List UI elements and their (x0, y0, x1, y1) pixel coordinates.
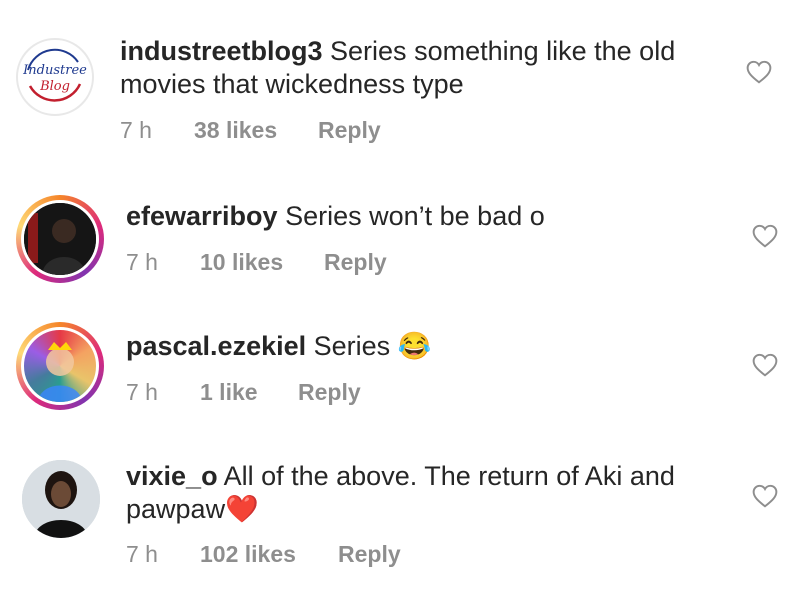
reply-button[interactable]: Reply (324, 249, 387, 275)
comment-item: vixie_o All of the above. The return of … (0, 430, 800, 610)
avatar[interactable]: Industree Blog (16, 38, 94, 116)
heart-icon[interactable] (752, 484, 778, 508)
heart-icon[interactable] (752, 224, 778, 248)
username[interactable]: vixie_o (126, 461, 218, 491)
timestamp: 7 h (126, 541, 158, 567)
red-heart-emoji-icon: ❤️ (225, 494, 259, 524)
comment-text: vixie_o All of the above. The return of … (126, 460, 726, 526)
avatar-image (38, 342, 82, 402)
comment-body: Series (313, 331, 391, 361)
likes-count[interactable]: 1 like (200, 379, 258, 405)
reply-button[interactable]: Reply (338, 541, 401, 567)
comment-text: industreetblog3 Series something like th… (120, 35, 720, 101)
comment-item: pascal.ezekiel Series 😂 7 h 1 like Reply (0, 300, 800, 430)
reply-button[interactable]: Reply (298, 379, 361, 405)
svg-text:Industree: Industree (22, 63, 87, 78)
comment-text: pascal.ezekiel Series 😂 (126, 330, 726, 363)
avatar[interactable] (16, 195, 104, 283)
avatar[interactable] (22, 460, 100, 538)
timestamp: 7 h (120, 117, 152, 143)
likes-count[interactable]: 38 likes (194, 117, 277, 143)
username[interactable]: pascal.ezekiel (126, 331, 306, 361)
avatar-photo (21, 327, 99, 405)
avatar[interactable] (16, 322, 104, 410)
avatar-image (24, 203, 96, 275)
timestamp: 7 h (126, 379, 158, 405)
heart-icon[interactable] (746, 60, 772, 84)
comment-item: efewarriboy Series won’t be bad o 7 h 10… (0, 170, 800, 300)
comment-item: Industree Blog industreetblog3 Series so… (0, 0, 800, 160)
username[interactable]: industreetblog3 (120, 36, 323, 66)
svg-text:Blog: Blog (39, 79, 70, 94)
comment-body: Series won’t be bad o (285, 201, 545, 231)
timestamp: 7 h (126, 249, 158, 275)
username[interactable]: efewarriboy (126, 201, 278, 231)
reply-button[interactable]: Reply (318, 117, 381, 143)
industree-blog-logo: Industree Blog (22, 44, 88, 110)
likes-count[interactable]: 10 likes (200, 249, 283, 275)
avatar-image (22, 460, 100, 538)
heart-icon[interactable] (752, 353, 778, 377)
avatar-photo (21, 200, 99, 278)
comment-text: efewarriboy Series won’t be bad o (126, 200, 726, 233)
laughing-emoji-icon: 😂 (397, 331, 432, 361)
likes-count[interactable]: 102 likes (200, 541, 296, 567)
